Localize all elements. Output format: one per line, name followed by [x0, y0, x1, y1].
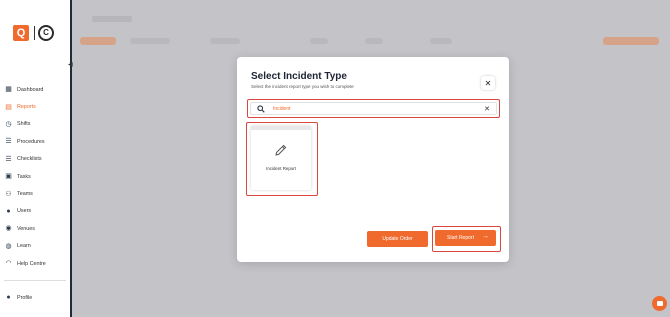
dashboard-icon: ▦	[5, 86, 12, 94]
sidebar-item-label: Dashboard	[17, 86, 44, 93]
sidebar: Q C ◀ ▦ Dashboard ▤ Reports ◷ Shifts ☰ Procedur…	[0, 0, 74, 317]
logo-c-icon: C	[38, 25, 54, 41]
card-label: Incident Report	[266, 166, 296, 171]
sidebar-item-label: Tasks	[17, 173, 31, 180]
logo-q-icon: Q	[13, 25, 29, 41]
sidebar-item-checklists[interactable]: ☰ Checklists	[0, 151, 70, 168]
clock-icon: ◷	[5, 120, 12, 128]
sidebar-item-label: Procedures	[17, 138, 45, 145]
user-icon: ●	[6, 207, 11, 215]
background-tab	[310, 38, 328, 44]
background-tab	[365, 38, 383, 44]
close-icon: ✕	[484, 78, 492, 88]
background-tab	[430, 38, 452, 44]
close-button[interactable]: ✕	[481, 76, 495, 90]
sidebar-item-label: Users	[17, 208, 32, 215]
tasks-icon: ▣	[5, 173, 12, 181]
card-highlight: Incident Report	[246, 122, 318, 196]
location-pin-icon: ◉	[5, 225, 12, 233]
collapse-sidebar-icon[interactable]: ◀	[68, 62, 74, 68]
checklist-icon: ☰	[5, 155, 12, 163]
lightbulb-icon: ◍	[5, 242, 12, 250]
background-tab	[210, 38, 240, 44]
chat-launcher-button[interactable]	[652, 296, 667, 311]
sidebar-item-label: Venues	[17, 225, 35, 232]
sidebar-item-reports[interactable]: ▤ Reports	[0, 98, 70, 115]
sidebar-nav: ▦ Dashboard ▤ Reports ◷ Shifts ☰ Procedures ☰ Che…	[0, 81, 70, 272]
background-button	[603, 37, 659, 45]
update-order-button[interactable]: Update Order	[367, 231, 428, 247]
sidebar-item-dashboard[interactable]: ▦ Dashboard	[0, 81, 70, 98]
page-title-placeholder	[92, 16, 132, 22]
sidebar-item-label: Learn	[17, 243, 31, 250]
list-icon: ☰	[5, 138, 12, 146]
sidebar-item-venues[interactable]: ◉ Venues	[0, 220, 70, 237]
sidebar-item-label: Profile	[17, 294, 33, 301]
pencil-icon	[275, 144, 287, 156]
search-box: ✕	[250, 102, 497, 115]
arrow-right-icon: →	[482, 233, 489, 240]
search-highlight: ✕	[247, 99, 500, 118]
dialog-subtitle: Select the incident report type you wish…	[251, 84, 354, 89]
app-logo: Q C	[13, 25, 55, 41]
start-report-highlight: Start Report →	[432, 226, 501, 252]
sidebar-item-profile[interactable]: ● Profile	[0, 289, 70, 306]
sidebar-item-label: Teams	[17, 191, 33, 198]
dialog-title: Select Incident Type	[251, 71, 347, 82]
teams-icon: ⚇	[5, 190, 12, 198]
sidebar-item-procedures[interactable]: ☰ Procedures	[0, 133, 70, 150]
background-tab	[130, 38, 170, 44]
sidebar-item-learn[interactable]: ◍ Learn	[0, 238, 70, 255]
sidebar-item-label: Reports	[17, 104, 36, 111]
sidebar-item-label: Help Centre	[17, 260, 46, 267]
search-icon	[257, 104, 265, 113]
sidebar-item-label: Shifts	[17, 121, 31, 128]
background-button	[80, 37, 116, 45]
incident-report-card[interactable]: Incident Report	[251, 126, 311, 190]
profile-icon: ●	[6, 294, 11, 302]
sidebar-item-tasks[interactable]: ▣ Tasks	[0, 168, 70, 185]
start-report-button[interactable]: Start Report →	[435, 230, 496, 246]
chat-icon	[656, 301, 663, 306]
sidebar-bottom-nav: ● Profile	[0, 289, 70, 306]
sidebar-item-teams[interactable]: ⚇ Teams	[0, 185, 70, 202]
divider	[4, 280, 66, 281]
sidebar-item-label: Checklists	[17, 156, 42, 163]
clear-search-icon[interactable]: ✕	[484, 105, 490, 113]
sidebar-item-shifts[interactable]: ◷ Shifts	[0, 116, 70, 133]
sidebar-item-users[interactable]: ● Users	[0, 203, 70, 220]
reports-icon: ▤	[5, 103, 12, 111]
sidebar-item-help-centre[interactable]: ◠ Help Centre	[0, 255, 70, 272]
search-input[interactable]	[273, 105, 473, 112]
start-report-label: Start Report	[447, 235, 474, 241]
headset-icon: ◠	[5, 260, 12, 268]
select-incident-type-dialog: Select Incident Type Select the incident…	[237, 57, 509, 262]
